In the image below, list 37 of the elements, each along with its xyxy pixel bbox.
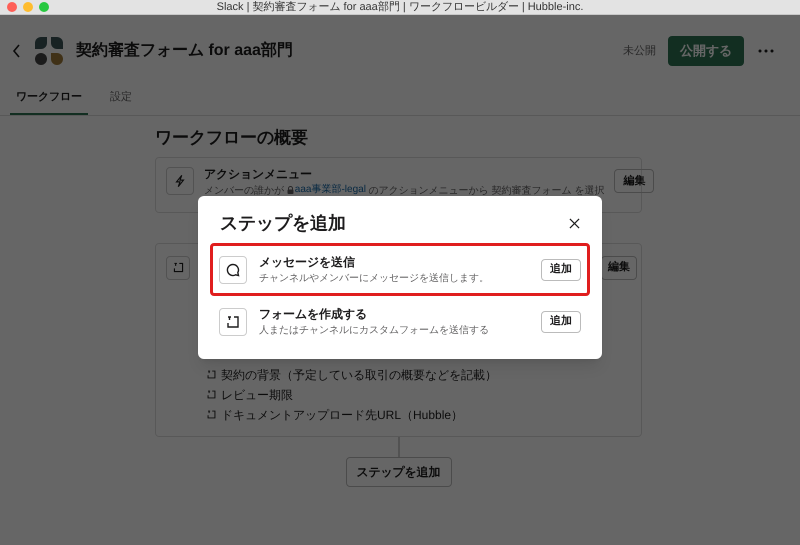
back-icon[interactable]: [12, 44, 22, 58]
form-icon: [206, 409, 217, 420]
status-label: 未公開: [623, 44, 656, 59]
logo-icon: [34, 36, 64, 66]
edit-button[interactable]: 編集: [614, 169, 654, 194]
form-icon: [225, 314, 241, 330]
step-option[interactable]: メッセージを送信 チャンネルやメンバーにメッセージを送信します。 追加: [210, 243, 590, 296]
close-window-icon[interactable]: [7, 2, 17, 12]
form-field-label: レビュー期限: [221, 386, 293, 404]
step-description: チャンネルやメンバーにメッセージを送信します。: [259, 272, 490, 286]
channel-link[interactable]: aaa事業部-legal: [286, 183, 366, 196]
lightning-icon: [166, 167, 194, 196]
close-icon[interactable]: [569, 218, 580, 229]
window-title: Slack | 契約審査フォーム for aaa部門 | ワークフロービルダー | Hubble-inc.: [216, 0, 584, 14]
form-field-label: ドキュメントアップロード先URL（Hubble）: [221, 406, 464, 424]
step-description: 人またはチャンネルにカスタムフォームを送信する: [259, 324, 490, 338]
more-icon[interactable]: [758, 49, 774, 53]
section-heading: ワークフローの概要: [155, 126, 309, 148]
add-button[interactable]: 追加: [541, 258, 581, 280]
step-title: メッセージを送信: [259, 254, 356, 271]
speech-bubble-icon: [225, 262, 241, 278]
lock-icon: [286, 186, 294, 194]
tab[interactable]: ワークフロー: [10, 87, 88, 114]
trigger-description: メンバーの誰かが aaa事業部-legal のアクションメニューから 契約審査フォーム を選択: [204, 183, 604, 198]
publish-button[interactable]: 公開する: [668, 36, 744, 66]
dialog-title: ステップを追加: [220, 212, 346, 235]
workflow-title: 契約審査フォーム for aaa部門: [76, 40, 293, 61]
step-option[interactable]: フォームを作成する 人またはチャンネルにカスタムフォームを送信する 追加: [210, 296, 590, 347]
trigger-title: アクションメニュー: [204, 166, 313, 183]
form-icon: [172, 261, 184, 274]
form-field-label: 契約の背景（予定している取引の概要などを記載）: [221, 366, 497, 384]
form-icon: [206, 369, 217, 380]
step-title: フォームを作成する: [259, 306, 368, 323]
add-step-button[interactable]: ステップを追加: [346, 456, 452, 486]
tab[interactable]: 設定: [106, 87, 136, 114]
add-button[interactable]: 追加: [541, 310, 581, 332]
form-icon: [206, 389, 217, 400]
